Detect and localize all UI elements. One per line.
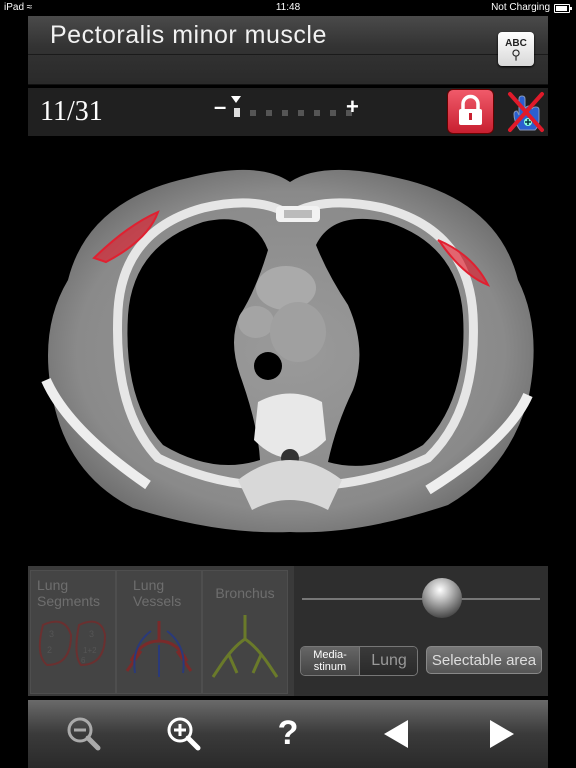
slice-thumb[interactable]	[234, 108, 240, 117]
slice-step-dot	[298, 110, 304, 116]
window-controls: Media-stinum Lung Selectable area	[294, 566, 548, 696]
slice-step-dot	[282, 110, 288, 116]
slice-counter: 11/31	[40, 96, 103, 127]
battery-icon	[554, 4, 572, 13]
ct-slice	[41, 169, 534, 533]
next-arrow-icon	[490, 720, 514, 748]
hand-disabled-icon	[508, 92, 544, 132]
title-bar: Pectoralis minor muscle ABC ⚲	[28, 16, 548, 85]
bottom-toolbar: ?	[28, 700, 548, 768]
mediastinum	[270, 302, 326, 362]
segment-number: 3	[49, 629, 54, 639]
window-segment-control: Media-stinum Lung	[300, 646, 418, 676]
lock-icon	[459, 94, 482, 125]
next-button[interactable]	[468, 710, 528, 758]
slice-step-dot	[330, 110, 336, 116]
help-button[interactable]: ?	[258, 710, 318, 758]
window-slider-track[interactable]	[302, 598, 540, 600]
page-title: Pectoralis minor muscle	[50, 21, 327, 49]
clock: 11:48	[275, 2, 301, 13]
thumb-lung-vessels-label: Lung Vessels	[133, 577, 182, 609]
status-bar: iPad ≈ 11:48 Not Charging	[0, 0, 576, 16]
zoom-in-icon	[167, 717, 201, 751]
slice-minus-button[interactable]: –	[214, 94, 226, 120]
lung-segments-diagram: 3 3 2 1+2 6	[38, 620, 107, 667]
thumb-lung-segments-label: Lung Segments	[37, 577, 101, 609]
aortic-arch	[256, 266, 316, 310]
thumb-lung-segments[interactable]: Lung Segments 3 3 2 1+2 6	[30, 570, 116, 694]
overlay-panel: Lung Segments 3 3 2 1+2 6 Lung Vessels Bro…	[28, 566, 548, 696]
charging-status: Not Charging	[491, 2, 550, 13]
ct-scan-image[interactable]	[28, 140, 548, 560]
segment-number: 2	[47, 645, 52, 655]
zoom-out-icon	[67, 717, 101, 751]
sternum-marrow	[284, 210, 312, 218]
magnifier-icon: ⚲	[511, 47, 521, 62]
prev-arrow-icon	[384, 720, 408, 748]
slice-step-dot	[250, 110, 256, 116]
prev-button[interactable]	[366, 710, 426, 758]
mediastinum-window-button[interactable]: Media-stinum	[301, 647, 359, 675]
segment-number: 1+2	[83, 646, 97, 655]
bronchus-diagram	[211, 615, 279, 678]
thumb-lung-vessels[interactable]: Lung Vessels	[116, 570, 202, 694]
thumb-bronchus[interactable]: Bronchus	[202, 570, 288, 694]
slice-position-marker-icon	[231, 96, 241, 103]
segment-number: 3	[89, 629, 94, 639]
abc-search-button[interactable]: ABC ⚲	[498, 32, 534, 66]
trachea	[254, 352, 282, 380]
thumb-bronchus-label: Bronchus	[215, 585, 275, 601]
zoom-in-button[interactable]	[154, 710, 214, 758]
title-divider	[28, 54, 548, 55]
lung-window-button[interactable]: Lung	[359, 647, 417, 675]
no-touch-button[interactable]	[506, 90, 546, 134]
slice-step-dot	[266, 110, 272, 116]
window-slider-knob[interactable]	[422, 578, 463, 618]
lock-button[interactable]	[448, 90, 493, 133]
lung-vessels-diagram	[125, 621, 193, 677]
slice-step-dot	[314, 110, 320, 116]
vessel	[238, 306, 274, 338]
slice-plus-button[interactable]: +	[346, 94, 359, 120]
vertebra	[254, 393, 326, 458]
zoom-out-button[interactable]	[54, 710, 114, 758]
slice-bar: 11/31 – +	[28, 88, 548, 136]
selectable-area-button[interactable]: Selectable area	[426, 646, 542, 674]
segment-number: 6	[81, 656, 86, 665]
